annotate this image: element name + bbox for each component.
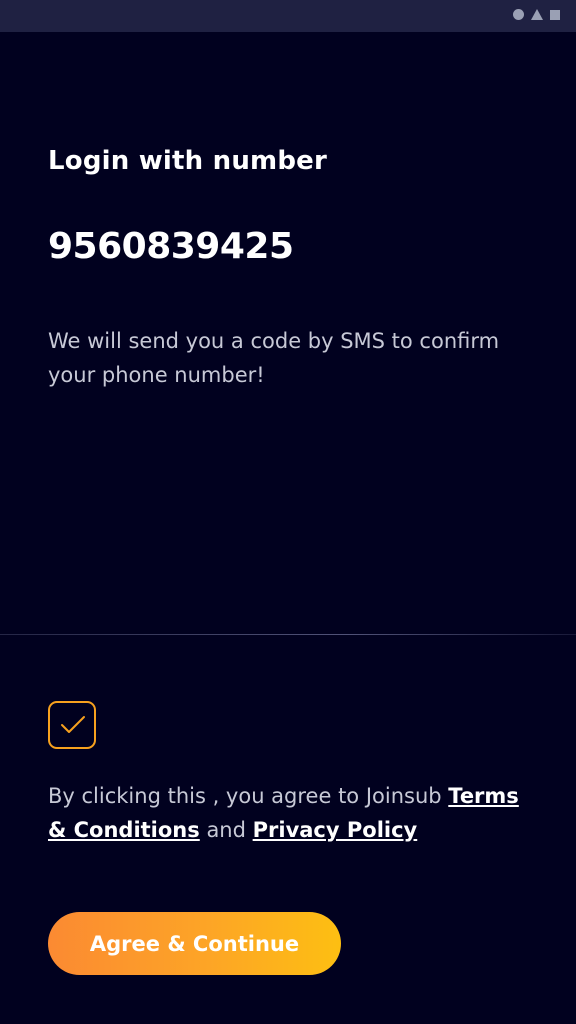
checkmark-icon xyxy=(61,716,85,733)
consent-text-prefix: By clicking this , you agree to Joinsub xyxy=(48,784,449,808)
privacy-policy-link[interactable]: Privacy Policy xyxy=(253,818,418,842)
agree-continue-button[interactable]: Agree & Continue xyxy=(48,912,341,975)
login-screen: Login with number 9560839425 We will sen… xyxy=(0,32,576,1024)
phone-number: 9560839425 xyxy=(48,226,294,267)
consent-checkbox[interactable] xyxy=(48,701,96,749)
circle-icon xyxy=(513,9,524,20)
triangle-icon xyxy=(531,9,543,20)
square-icon xyxy=(550,9,560,20)
consent-text: By clicking this , you agree to Joinsub … xyxy=(48,779,538,847)
sms-info-text: We will send you a code by SMS to confir… xyxy=(48,329,500,387)
agree-continue-label: Agree & Continue xyxy=(89,931,300,956)
status-bar xyxy=(0,0,576,32)
divider xyxy=(0,634,576,635)
consent-connector: and xyxy=(199,818,253,842)
page-title: Login with number xyxy=(48,146,328,176)
status-icons xyxy=(513,9,560,20)
